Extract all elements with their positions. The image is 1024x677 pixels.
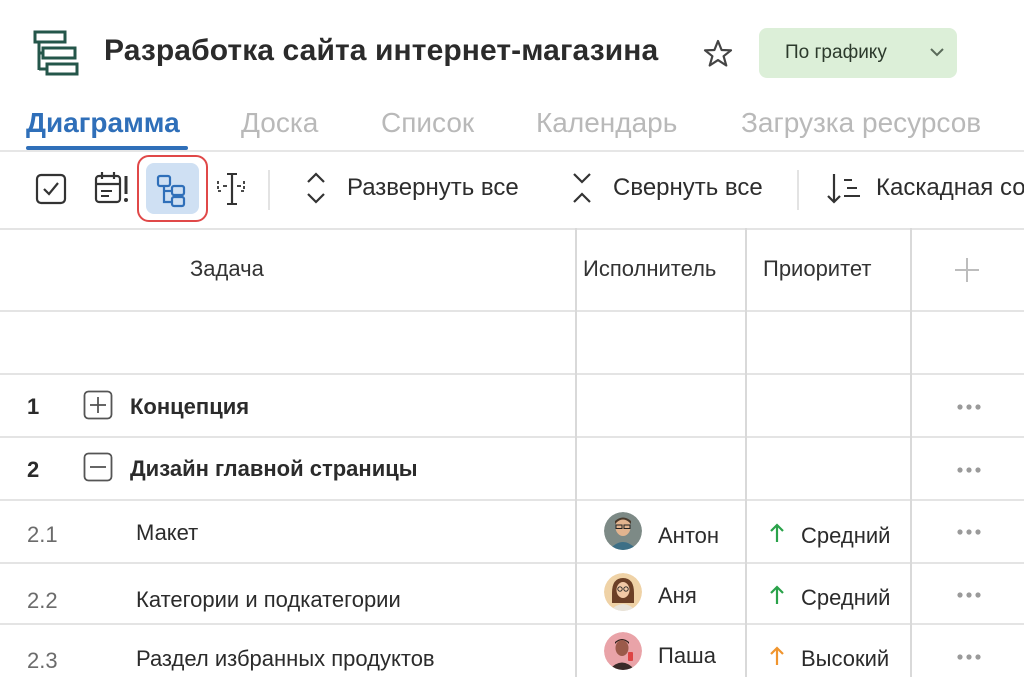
- assignee-name: Паша: [658, 643, 716, 668]
- collapse-minus-icon[interactable]: [83, 452, 113, 482]
- collapse-vertical-icon[interactable]: [564, 166, 604, 210]
- tabs-divider: [0, 150, 1024, 152]
- page-title: Разработка сайта интернет-магазина: [104, 34, 659, 67]
- column-width-icon[interactable]: [214, 166, 254, 210]
- row-number: 2.1: [27, 522, 58, 547]
- task-name[interactable]: Дизайн главной страницы: [130, 456, 418, 482]
- tab-calendar[interactable]: Календарь: [536, 107, 677, 139]
- avatar: [604, 573, 642, 611]
- row-number: 2.3: [27, 648, 58, 673]
- column-header-assignee[interactable]: Исполнитель: [583, 256, 716, 282]
- column-header-task[interactable]: Задача: [190, 256, 264, 282]
- row-number: 1: [27, 394, 40, 419]
- column-header-priority[interactable]: Приоритет: [763, 256, 872, 282]
- tab-diagram[interactable]: Диаграмма: [26, 107, 180, 139]
- calendar-alert-icon[interactable]: [92, 166, 132, 210]
- gantt-project-icon: [33, 30, 79, 76]
- more-options-icon[interactable]: [956, 528, 982, 536]
- row-number: 2: [27, 457, 40, 482]
- add-column-icon[interactable]: [953, 256, 981, 284]
- priority-label: Средний: [801, 585, 891, 610]
- more-options-icon[interactable]: [956, 403, 982, 411]
- hierarchy-icon[interactable]: [152, 166, 192, 210]
- toolbar-separator: [797, 170, 799, 210]
- more-options-icon[interactable]: [956, 653, 982, 661]
- more-options-icon[interactable]: [956, 591, 982, 599]
- tab-resource-load[interactable]: Загрузка ресурсов: [741, 107, 981, 139]
- tab-board[interactable]: Доска: [241, 107, 318, 139]
- assignee-name: Аня: [658, 583, 697, 608]
- checkbox-icon[interactable]: [32, 166, 72, 210]
- priority-up-arrow-icon: [770, 646, 784, 665]
- avatar: [604, 512, 642, 550]
- expand-plus-icon[interactable]: [83, 390, 113, 420]
- status-dropdown[interactable]: По графику: [759, 28, 957, 78]
- collapse-all-button[interactable]: Свернуть все: [613, 174, 763, 202]
- more-options-icon[interactable]: [956, 466, 982, 474]
- sort-cascade-icon[interactable]: [824, 166, 864, 210]
- task-name[interactable]: Концепция: [130, 394, 249, 420]
- status-label: По графику: [785, 42, 887, 63]
- assignee-name: Антон: [658, 523, 720, 548]
- row-number: 2.2: [27, 588, 58, 613]
- expand-vertical-icon[interactable]: [298, 166, 338, 210]
- task-name[interactable]: Категории и подкатегории: [136, 587, 401, 613]
- tab-list[interactable]: Список: [381, 107, 474, 139]
- chevron-down-icon: [930, 48, 944, 57]
- expand-all-button[interactable]: Развернуть все: [347, 174, 519, 202]
- priority-up-arrow-icon: [770, 523, 784, 542]
- priority-label: Средний: [801, 523, 891, 548]
- priority-up-arrow-icon: [770, 585, 784, 604]
- star-outline-icon[interactable]: [702, 38, 734, 70]
- toolbar-separator: [268, 170, 270, 210]
- cascade-sort-button[interactable]: Каскадная со: [876, 174, 1024, 202]
- task-name[interactable]: Макет: [136, 520, 198, 546]
- task-name[interactable]: Раздел избранных продуктов: [136, 646, 435, 672]
- avatar: [604, 632, 642, 670]
- priority-label: Высокий: [801, 646, 890, 671]
